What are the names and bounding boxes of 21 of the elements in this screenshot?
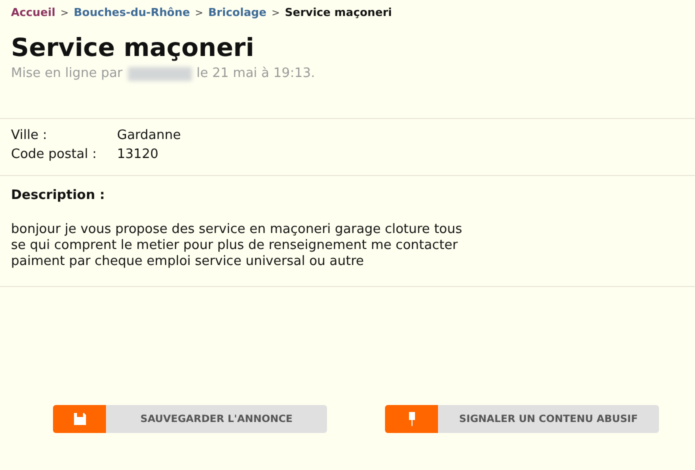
posted-by-label: Mise en ligne par bbox=[11, 66, 123, 81]
floppy-icon bbox=[72, 412, 86, 426]
breadcrumb-link[interactable]: Bricolage bbox=[208, 6, 266, 19]
posted-date: le 21 mai à 19:13. bbox=[196, 66, 316, 81]
description-text: bonjour je vous propose des service en maçoneri garage cloture tous se qui comprent le metier pour plus de renseignement me contacter paiment par cheque emploi service universal ou autre bbox=[11, 222, 464, 270]
breadcrumb-current: Service maçoneri bbox=[284, 6, 392, 19]
ad-title: Service maçoneri bbox=[11, 33, 256, 63]
pin-icon bbox=[408, 411, 416, 427]
blurred-name bbox=[128, 66, 192, 80]
breadcrumb-separator: > bbox=[194, 8, 204, 19]
detail-label: Code postal : bbox=[11, 147, 98, 163]
breadcrumb-separator: > bbox=[271, 8, 280, 19]
breadcrumb-separator: > bbox=[60, 8, 69, 19]
report-button[interactable]: SIGNALER UN CONTENU ABUSIF bbox=[385, 405, 659, 433]
breadcrumb-link[interactable]: Bouches-du-Rhône bbox=[74, 6, 190, 19]
detail-value: 13120 bbox=[117, 147, 160, 163]
detail-label: Ville : bbox=[11, 128, 48, 144]
description-heading: Description : bbox=[11, 188, 106, 204]
save-ad-button[interactable]: SAUVEGARDER L'ANNONCE bbox=[53, 405, 327, 433]
breadcrumb-link[interactable]: Accueil bbox=[11, 6, 56, 19]
detail-value: Gardanne bbox=[117, 128, 182, 144]
